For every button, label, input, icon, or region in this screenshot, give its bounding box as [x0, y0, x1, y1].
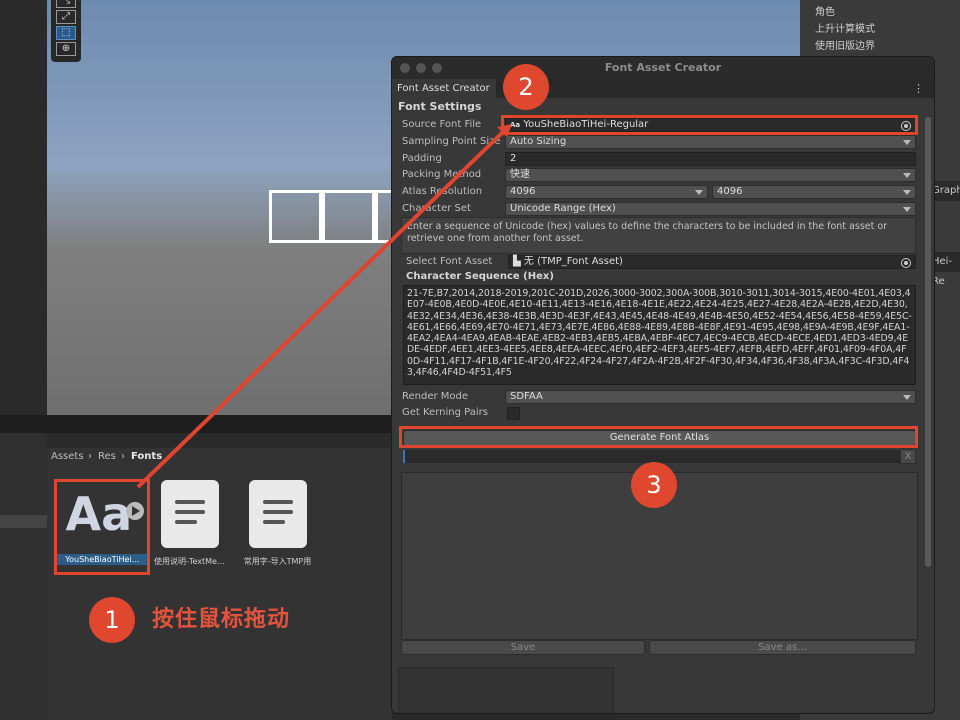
- drag-hint-text: 按住鼠标拖动: [152, 607, 291, 632]
- step-1-badge: 1: [89, 597, 135, 643]
- step-2-badge: 2: [503, 64, 549, 110]
- step-3-badge: 3: [631, 462, 677, 508]
- drag-arrow: [136, 124, 512, 489]
